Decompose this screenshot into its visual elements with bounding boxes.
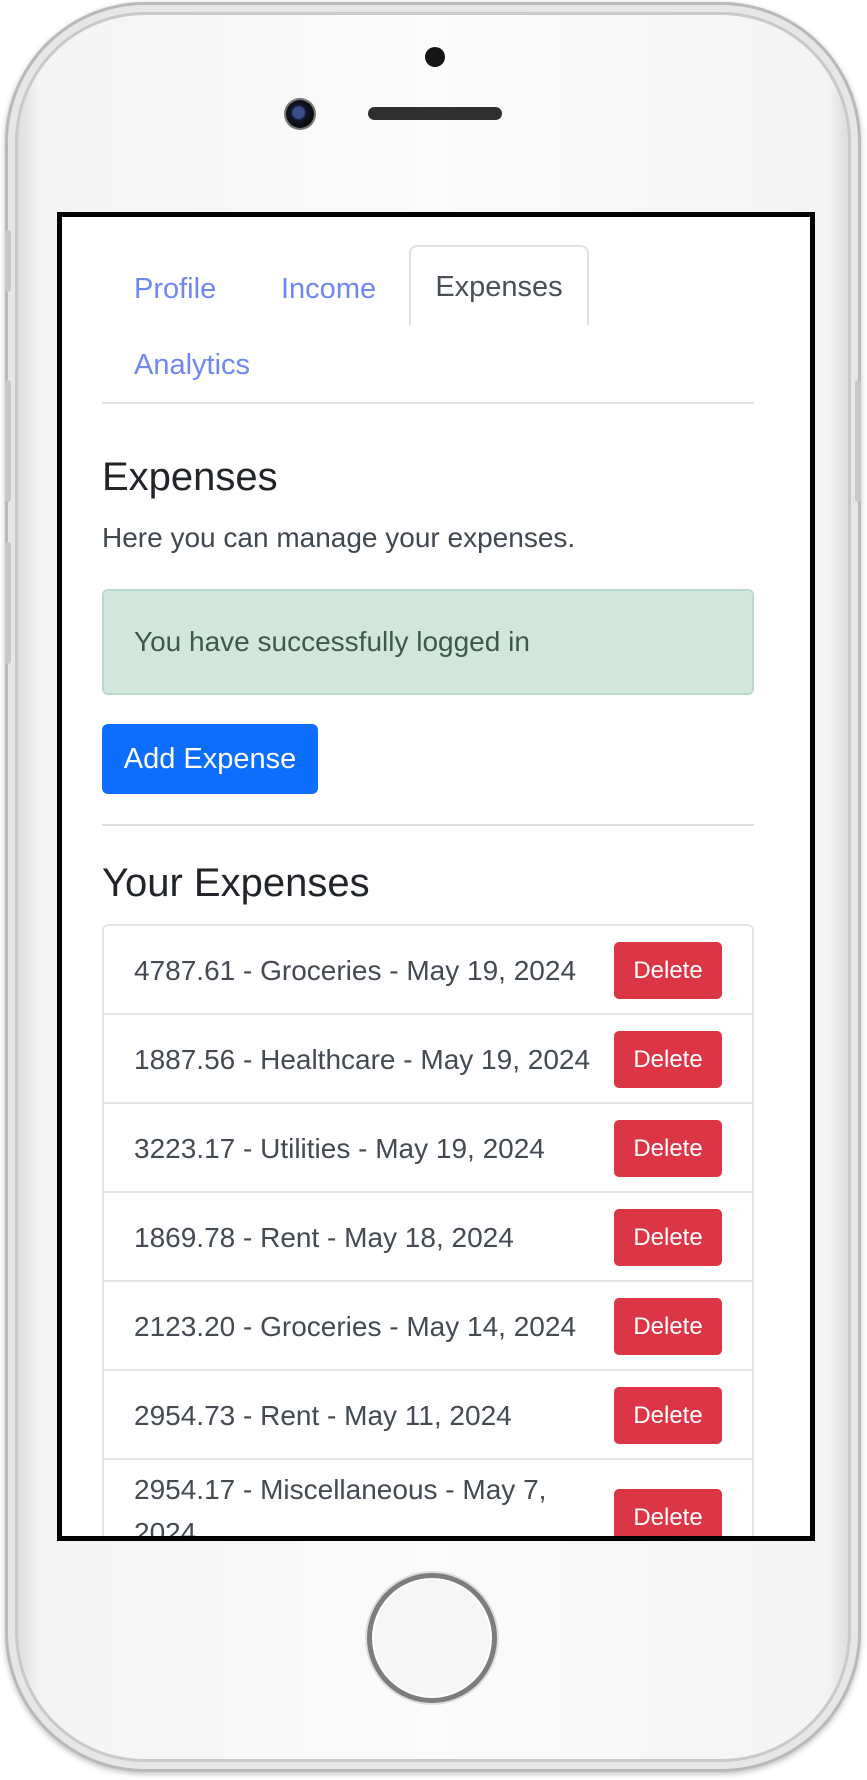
mute-switch [5, 230, 11, 292]
page-subtitle: Here you can manage your expenses. [102, 522, 576, 553]
expense-text: 1869.78 - Rent - May 18, 2024 [134, 1222, 514, 1253]
delete-button[interactable]: Delete [614, 942, 722, 999]
add-expense-button[interactable]: Add Expense [102, 724, 318, 794]
phone-frame: Profile Income Expenses Analytics Expens… [5, 2, 861, 1772]
list-item: 1887.56 - Healthcare - May 19, 2024 Dele… [104, 1015, 752, 1104]
volume-down-button [5, 542, 11, 664]
expense-text: 3223.17 - Utilities - May 19, 2024 [134, 1133, 545, 1164]
list-item: 4787.61 - Groceries - May 19, 2024 Delet… [104, 926, 752, 1015]
volume-up-button [5, 380, 11, 502]
delete-button[interactable]: Delete [614, 1489, 722, 1536]
expense-text: 2954.73 - Rent - May 11, 2024 [134, 1400, 512, 1431]
page-content: Profile Income Expenses Analytics Expens… [102, 217, 754, 1536]
delete-button[interactable]: Delete [614, 1031, 722, 1088]
list-item: 3223.17 - Utilities - May 19, 2024 Delet… [104, 1104, 752, 1193]
tab-expenses[interactable]: Expenses [409, 245, 589, 325]
proximity-sensor [425, 47, 445, 67]
list-item: 2954.73 - Rent - May 11, 2024 Delete [104, 1371, 752, 1460]
expense-text: 4787.61 - Groceries - May 19, 2024 [134, 955, 577, 986]
expense-text: 1887.56 - Healthcare - May 19, 2024 [134, 1044, 591, 1075]
delete-button[interactable]: Delete [614, 1298, 722, 1355]
tab-income[interactable]: Income [281, 272, 376, 306]
list-item: 2123.20 - Groceries - May 14, 2024 Delet… [104, 1282, 752, 1371]
nav-tabs: Profile Income Expenses Analytics [102, 217, 754, 404]
success-alert: You have successfully logged in [102, 589, 754, 695]
earpiece-speaker [368, 107, 502, 120]
delete-button[interactable]: Delete [614, 1209, 722, 1266]
delete-button[interactable]: Delete [614, 1120, 722, 1177]
expenses-list-title: Your Expenses [102, 861, 370, 905]
expense-text: 2954.17 - Miscellaneous - May 7, 2024 [134, 1474, 547, 1541]
page-title: Expenses [102, 455, 278, 499]
power-button [855, 380, 861, 502]
divider [102, 824, 754, 826]
expenses-list: 4787.61 - Groceries - May 19, 2024 Delet… [102, 924, 754, 1541]
tab-analytics[interactable]: Analytics [134, 348, 250, 382]
delete-button[interactable]: Delete [614, 1387, 722, 1444]
list-item: 2954.17 - Miscellaneous - May 7, 2024 De… [104, 1460, 752, 1541]
phone-screen: Profile Income Expenses Analytics Expens… [57, 212, 815, 1541]
front-camera-icon [286, 100, 314, 128]
expense-text: 2123.20 - Groceries - May 14, 2024 [134, 1311, 577, 1342]
tab-profile[interactable]: Profile [134, 272, 216, 306]
list-item: 1869.78 - Rent - May 18, 2024 Delete [104, 1193, 752, 1282]
home-button[interactable] [367, 1573, 497, 1703]
